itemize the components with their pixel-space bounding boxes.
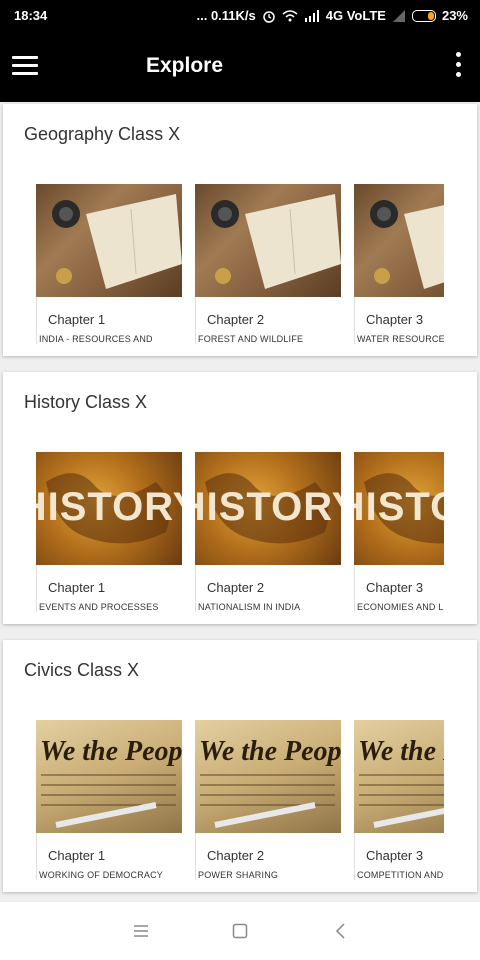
section-title: History Class X xyxy=(24,392,148,412)
chapter-subtitle: EVENTS AND PROCESSES xyxy=(39,602,159,612)
chapter-subtitle: COMPETITION AND xyxy=(357,870,444,880)
chapter-card[interactable]: HISTORY Chapter 3 ECONOMIES AND L xyxy=(354,452,444,612)
recent-apps-icon[interactable] xyxy=(133,924,149,938)
history-world-map-image: HISTORY xyxy=(354,452,444,565)
chapter-card[interactable]: HISTORY Chapter 1 EVENTS AND PROCESSES xyxy=(36,452,182,612)
history-world-map-image: HISTORY xyxy=(195,452,341,565)
chapter-card[interactable]: We the People Chapter 3 COMPETITION AND xyxy=(354,720,444,880)
alarm-icon xyxy=(263,10,275,23)
history-world-map-image: HISTORY xyxy=(36,452,182,565)
svg-text:HISTORY: HISTORY xyxy=(195,485,341,529)
divider xyxy=(36,833,37,880)
chapter-card[interactable]: We the People Chapter 2 POWER SHARING xyxy=(195,720,341,880)
chapter-subtitle: ECONOMIES AND L xyxy=(357,602,444,612)
chapter-carousel[interactable]: We the People Chapter 1 WORKING OF DEMOC… xyxy=(36,720,444,880)
section-title: Civics Class X xyxy=(24,660,140,680)
chapter-label: Chapter 1 xyxy=(48,580,106,595)
chapter-label: Chapter 1 xyxy=(48,848,106,863)
divider xyxy=(36,297,37,344)
section-card-geography: Geography Class X Chapter 1 INDIA - RESO… xyxy=(3,104,477,356)
page-title: Explore xyxy=(146,54,224,77)
svg-text:We the People: We the People xyxy=(199,736,341,767)
divider xyxy=(354,297,355,344)
chapter-subtitle: WATER RESOURCE xyxy=(357,334,444,344)
section-card-history: History Class X HISTORY Chapter 1 EVENTS… xyxy=(3,372,477,624)
status-bar: 18:34 ... 0.11K/s 4G VoLTE 23% xyxy=(0,0,480,30)
svg-text:HISTORY: HISTORY xyxy=(36,485,182,529)
divider xyxy=(36,565,37,612)
wifi-icon xyxy=(282,9,298,21)
status-time: 18:34 xyxy=(14,8,48,23)
divider xyxy=(195,297,196,344)
svg-text:We the People: We the People xyxy=(358,736,444,767)
signal-2-icon xyxy=(392,9,405,22)
chapter-carousel[interactable]: HISTORY Chapter 1 EVENTS AND PROCESSES H… xyxy=(36,452,444,612)
we-the-people-constitution-image: We the People xyxy=(354,720,444,833)
network-speed: ... 0.11K/s xyxy=(196,8,256,23)
chapter-label: Chapter 1 xyxy=(48,312,106,327)
app-bar: Explore xyxy=(0,30,480,102)
chapter-card[interactable]: Chapter 2 FOREST AND WILDLIFE xyxy=(195,184,341,344)
chapter-subtitle: FOREST AND WILDLIFE xyxy=(198,334,304,344)
chapter-label: Chapter 2 xyxy=(207,580,265,595)
map-camera-image xyxy=(195,184,341,297)
chapter-subtitle: WORKING OF DEMOCRACY xyxy=(39,870,164,880)
chapter-label: Chapter 3 xyxy=(366,312,424,327)
we-the-people-constitution-image: We the People xyxy=(195,720,341,833)
map-camera-image xyxy=(36,184,182,297)
chapter-card[interactable]: We the People Chapter 1 WORKING OF DEMOC… xyxy=(36,720,182,880)
signal-icon xyxy=(304,9,319,22)
system-nav-bar xyxy=(0,902,480,960)
chapter-label: Chapter 2 xyxy=(207,312,265,327)
we-the-people-constitution-image: We the People xyxy=(36,720,182,833)
chapter-label: Chapter 3 xyxy=(366,848,424,863)
svg-text:We the People: We the People xyxy=(40,736,182,767)
map-camera-image xyxy=(354,184,444,297)
divider xyxy=(354,833,355,880)
chapter-card[interactable]: Chapter 1 INDIA - RESOURCES AND xyxy=(36,184,182,344)
divider xyxy=(195,833,196,880)
chapter-carousel[interactable]: Chapter 1 INDIA - RESOURCES AND Chapter … xyxy=(36,184,444,344)
svg-text:HISTORY: HISTORY xyxy=(354,485,444,529)
status-right: ... 0.11K/s 4G VoLTE 23% xyxy=(197,8,469,23)
chapter-card[interactable]: HISTORY Chapter 2 NATIONALISM IN INDIA xyxy=(195,452,341,612)
network-type: 4G VoLTE xyxy=(325,8,386,23)
chapter-label: Chapter 2 xyxy=(207,848,265,863)
battery-percent: 23% xyxy=(441,8,468,23)
divider xyxy=(195,565,196,612)
back-icon[interactable] xyxy=(334,923,346,939)
more-vert-icon[interactable] xyxy=(454,52,462,78)
divider xyxy=(354,565,355,612)
section-title: Geography Class X xyxy=(24,124,181,144)
chapter-subtitle: POWER SHARING xyxy=(198,870,279,880)
home-icon[interactable] xyxy=(232,923,248,939)
section-card-civics: Civics Class X We the People Chapter 1 W… xyxy=(3,640,477,892)
chapter-subtitle: NATIONALISM IN INDIA xyxy=(198,602,301,612)
hamburger-menu-icon[interactable] xyxy=(12,56,38,76)
chapter-label: Chapter 3 xyxy=(366,580,424,595)
chapter-subtitle: INDIA - RESOURCES AND xyxy=(39,334,153,344)
chapter-card[interactable]: Chapter 3 WATER RESOURCE xyxy=(354,184,444,344)
battery-icon xyxy=(411,9,436,22)
